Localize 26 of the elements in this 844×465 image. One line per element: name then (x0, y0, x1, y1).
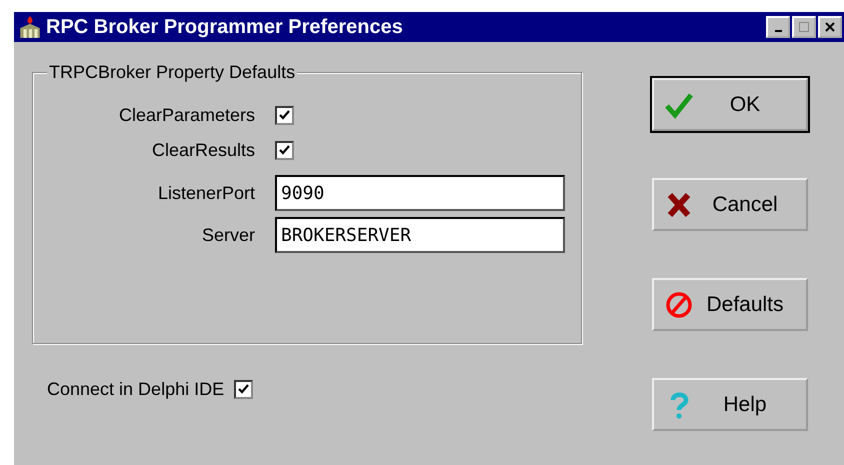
field-label: ListenerPort (156, 182, 255, 204)
minimize-icon (774, 30, 782, 32)
building-icon (18, 15, 42, 39)
checkbox[interactable] (275, 106, 294, 125)
group-title: TRPCBroker Property Defaults (47, 62, 298, 83)
close-icon (823, 20, 837, 34)
input-field[interactable]: BROKERSERVER (275, 217, 565, 253)
field-label: ClearParameters (118, 105, 255, 126)
window-title: RPC Broker Programmer Preferences (46, 16, 404, 38)
prohibited-icon (664, 290, 694, 320)
cancel-button[interactable]: Cancel (652, 178, 808, 231)
help-button[interactable]: Help (652, 378, 808, 431)
maximize-icon (797, 20, 811, 34)
checkmark-icon (237, 383, 250, 396)
field-label: ClearResults (150, 140, 255, 161)
close-button[interactable] (818, 16, 842, 38)
checkmark-icon (278, 144, 291, 157)
checkbox[interactable] (275, 141, 294, 160)
checkbox[interactable] (234, 380, 254, 399)
ok-button[interactable]: OK (652, 78, 808, 131)
minimize-button[interactable] (766, 16, 790, 38)
input-field[interactable]: 9090 (275, 175, 565, 211)
checkmark-icon (278, 109, 291, 122)
checkbox-label: Connect in Delphi IDE (46, 379, 224, 400)
field-label: Server (200, 224, 255, 246)
defaults-button[interactable]: Defaults (652, 278, 808, 331)
